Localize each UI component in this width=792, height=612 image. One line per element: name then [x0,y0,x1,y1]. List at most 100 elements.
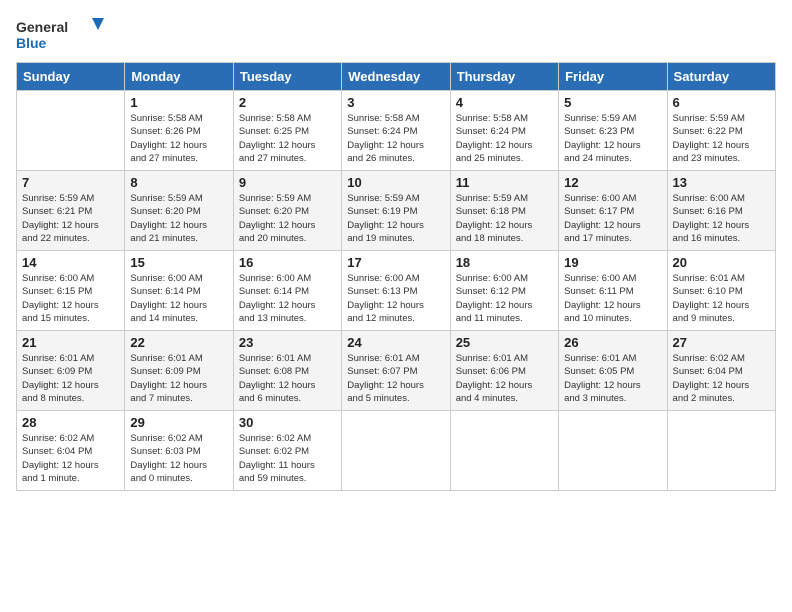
calendar-week-row: 7 Sunrise: 5:59 AM Sunset: 6:21 PM Daylig… [17,171,776,251]
calendar-cell: 25 Sunrise: 6:01 AM Sunset: 6:06 PM Dayli… [450,331,558,411]
day-number: 23 [239,335,336,350]
calendar-week-row: 14 Sunrise: 6:00 AM Sunset: 6:15 PM Dayli… [17,251,776,331]
calendar-week-row: 1 Sunrise: 5:58 AM Sunset: 6:26 PM Daylig… [17,91,776,171]
day-number: 5 [564,95,661,110]
day-number: 6 [673,95,770,110]
cell-info: Sunrise: 5:59 AM Sunset: 6:23 PM Dayligh… [564,112,661,165]
cell-info: Sunrise: 6:01 AM Sunset: 6:05 PM Dayligh… [564,352,661,405]
cell-info: Sunrise: 5:58 AM Sunset: 6:26 PM Dayligh… [130,112,227,165]
cell-info: Sunrise: 6:01 AM Sunset: 6:09 PM Dayligh… [130,352,227,405]
calendar-cell: 28 Sunrise: 6:02 AM Sunset: 6:04 PM Dayli… [17,411,125,491]
cell-info: Sunrise: 5:59 AM Sunset: 6:19 PM Dayligh… [347,192,444,245]
calendar-cell: 7 Sunrise: 5:59 AM Sunset: 6:21 PM Daylig… [17,171,125,251]
day-number: 8 [130,175,227,190]
day-number: 15 [130,255,227,270]
calendar-cell: 30 Sunrise: 6:02 AM Sunset: 6:02 PM Dayli… [233,411,341,491]
day-number: 20 [673,255,770,270]
column-header-sunday: Sunday [17,63,125,91]
cell-info: Sunrise: 6:02 AM Sunset: 6:02 PM Dayligh… [239,432,336,485]
calendar-week-row: 28 Sunrise: 6:02 AM Sunset: 6:04 PM Dayli… [17,411,776,491]
cell-info: Sunrise: 5:58 AM Sunset: 6:24 PM Dayligh… [347,112,444,165]
day-number: 24 [347,335,444,350]
calendar-cell: 13 Sunrise: 6:00 AM Sunset: 6:16 PM Dayli… [667,171,775,251]
day-number: 16 [239,255,336,270]
calendar-cell [450,411,558,491]
calendar-cell [17,91,125,171]
calendar-cell: 4 Sunrise: 5:58 AM Sunset: 6:24 PM Daylig… [450,91,558,171]
calendar-cell: 26 Sunrise: 6:01 AM Sunset: 6:05 PM Dayli… [559,331,667,411]
day-number: 29 [130,415,227,430]
column-header-thursday: Thursday [450,63,558,91]
day-number: 1 [130,95,227,110]
svg-text:Blue: Blue [16,35,47,51]
cell-info: Sunrise: 5:58 AM Sunset: 6:24 PM Dayligh… [456,112,553,165]
cell-info: Sunrise: 6:00 AM Sunset: 6:16 PM Dayligh… [673,192,770,245]
day-number: 22 [130,335,227,350]
day-number: 13 [673,175,770,190]
day-number: 17 [347,255,444,270]
day-number: 25 [456,335,553,350]
calendar-cell: 18 Sunrise: 6:00 AM Sunset: 6:12 PM Dayli… [450,251,558,331]
calendar-table: SundayMondayTuesdayWednesdayThursdayFrid… [16,62,776,491]
day-number: 14 [22,255,119,270]
calendar-cell: 8 Sunrise: 5:59 AM Sunset: 6:20 PM Daylig… [125,171,233,251]
day-number: 19 [564,255,661,270]
cell-info: Sunrise: 6:01 AM Sunset: 6:09 PM Dayligh… [22,352,119,405]
day-number: 30 [239,415,336,430]
calendar-cell: 19 Sunrise: 6:00 AM Sunset: 6:11 PM Dayli… [559,251,667,331]
day-number: 7 [22,175,119,190]
cell-info: Sunrise: 6:02 AM Sunset: 6:03 PM Dayligh… [130,432,227,485]
cell-info: Sunrise: 5:59 AM Sunset: 6:20 PM Dayligh… [130,192,227,245]
cell-info: Sunrise: 5:59 AM Sunset: 6:18 PM Dayligh… [456,192,553,245]
calendar-header-row: SundayMondayTuesdayWednesdayThursdayFrid… [17,63,776,91]
calendar-cell: 20Sunrise: 6:01 AM Sunset: 6:10 PM Dayli… [667,251,775,331]
day-number: 12 [564,175,661,190]
day-number: 28 [22,415,119,430]
calendar-cell: 15Sunrise: 6:00 AM Sunset: 6:14 PM Dayli… [125,251,233,331]
cell-info: Sunrise: 6:01 AM Sunset: 6:08 PM Dayligh… [239,352,336,405]
calendar-cell: 11 Sunrise: 5:59 AM Sunset: 6:18 PM Dayli… [450,171,558,251]
logo-icon: General Blue [16,16,106,52]
day-number: 9 [239,175,336,190]
calendar-cell: 14 Sunrise: 6:00 AM Sunset: 6:15 PM Dayli… [17,251,125,331]
cell-info: Sunrise: 6:02 AM Sunset: 6:04 PM Dayligh… [22,432,119,485]
calendar-cell: 1 Sunrise: 5:58 AM Sunset: 6:26 PM Daylig… [125,91,233,171]
day-number: 11 [456,175,553,190]
calendar-cell: 9 Sunrise: 5:59 AM Sunset: 6:20 PM Daylig… [233,171,341,251]
calendar-cell: 29 Sunrise: 6:02 AM Sunset: 6:03 PM Dayli… [125,411,233,491]
cell-info: Sunrise: 6:01 AM Sunset: 6:06 PM Dayligh… [456,352,553,405]
day-number: 4 [456,95,553,110]
column-header-friday: Friday [559,63,667,91]
calendar-cell: 22 Sunrise: 6:01 AM Sunset: 6:09 PM Dayli… [125,331,233,411]
calendar-cell: 12 Sunrise: 6:00 AM Sunset: 6:17 PM Dayli… [559,171,667,251]
day-number: 27 [673,335,770,350]
day-number: 2 [239,95,336,110]
cell-info: Sunrise: 6:02 AM Sunset: 6:04 PM Dayligh… [673,352,770,405]
cell-info: Sunrise: 6:00 AM Sunset: 6:12 PM Dayligh… [456,272,553,325]
day-number: 18 [456,255,553,270]
svg-text:General: General [16,19,68,35]
cell-info: Sunrise: 5:59 AM Sunset: 6:22 PM Dayligh… [673,112,770,165]
cell-info: Sunrise: 6:00 AM Sunset: 6:14 PM Dayligh… [239,272,336,325]
day-number: 21 [22,335,119,350]
day-number: 10 [347,175,444,190]
page-header: General Blue [16,16,776,52]
calendar-cell: 23 Sunrise: 6:01 AM Sunset: 6:08 PM Dayli… [233,331,341,411]
calendar-week-row: 21 Sunrise: 6:01 AM Sunset: 6:09 PM Dayli… [17,331,776,411]
calendar-cell: 5 Sunrise: 5:59 AM Sunset: 6:23 PM Daylig… [559,91,667,171]
day-number: 26 [564,335,661,350]
cell-info: Sunrise: 6:00 AM Sunset: 6:15 PM Dayligh… [22,272,119,325]
cell-info: Sunrise: 5:59 AM Sunset: 6:21 PM Dayligh… [22,192,119,245]
calendar-cell: 16 Sunrise: 6:00 AM Sunset: 6:14 PM Dayli… [233,251,341,331]
cell-info: Sunrise: 6:00 AM Sunset: 6:17 PM Dayligh… [564,192,661,245]
cell-info: Sunrise: 5:59 AM Sunset: 6:20 PM Dayligh… [239,192,336,245]
calendar-cell [342,411,450,491]
column-header-saturday: Saturday [667,63,775,91]
day-number: 3 [347,95,444,110]
column-header-wednesday: Wednesday [342,63,450,91]
cell-info: Sunrise: 5:58 AM Sunset: 6:25 PM Dayligh… [239,112,336,165]
calendar-cell [667,411,775,491]
cell-info: Sunrise: 6:00 AM Sunset: 6:11 PM Dayligh… [564,272,661,325]
column-header-tuesday: Tuesday [233,63,341,91]
cell-info: Sunrise: 6:00 AM Sunset: 6:13 PM Dayligh… [347,272,444,325]
